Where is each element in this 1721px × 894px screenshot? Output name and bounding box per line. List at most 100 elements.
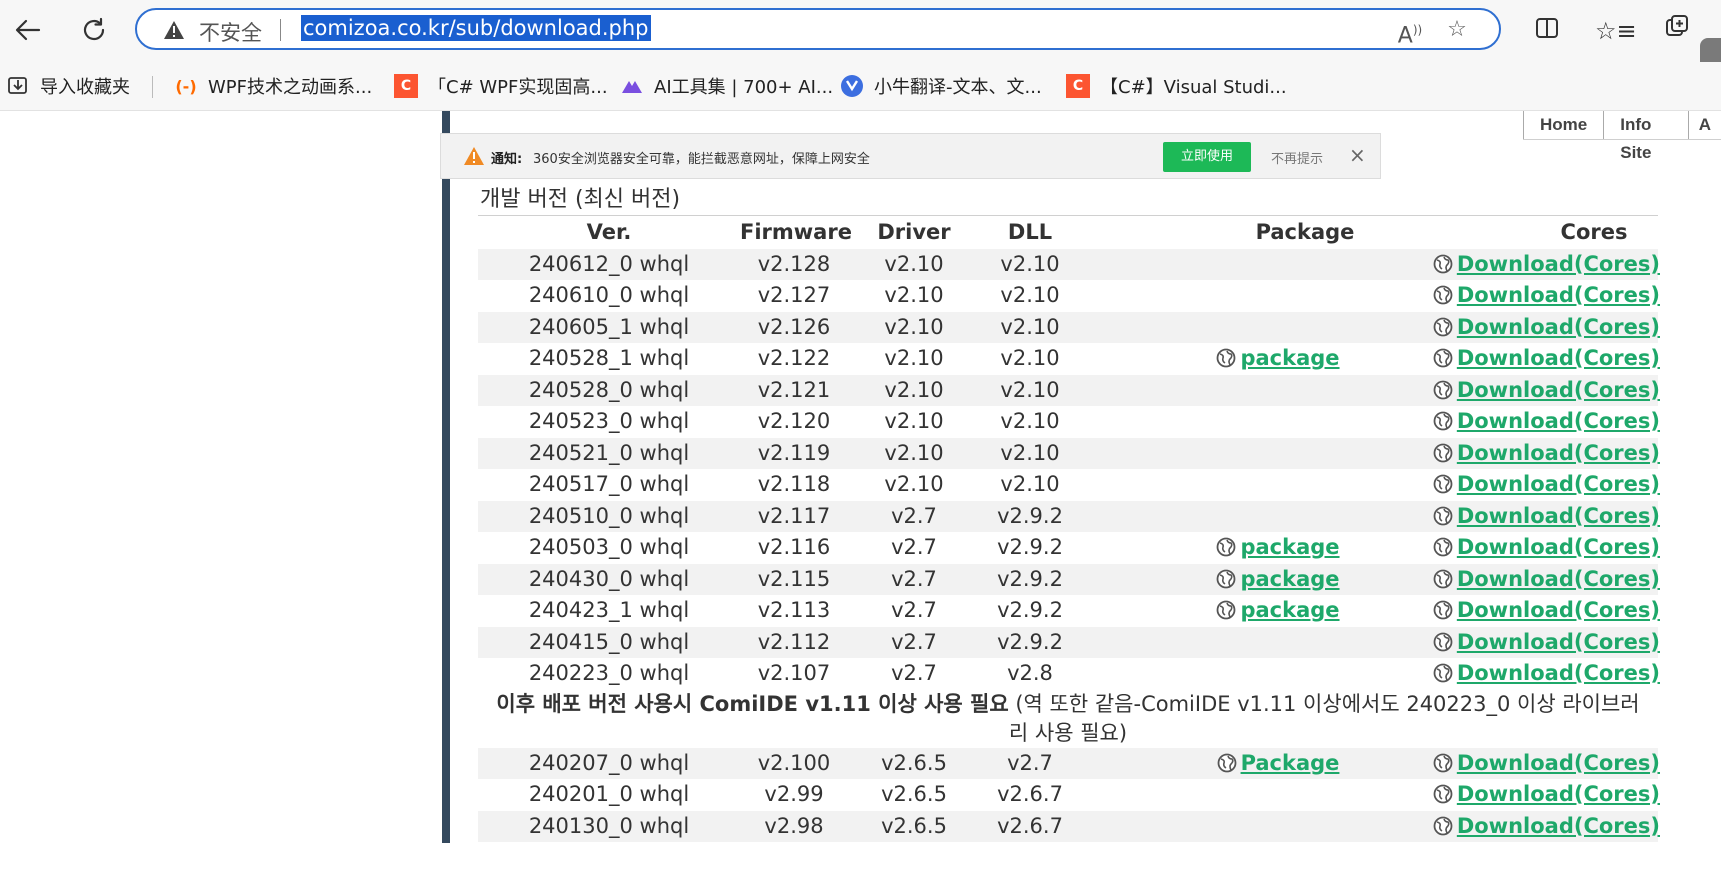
bookmark-label: AI工具集 | 700+ AI... (654, 77, 834, 98)
warning-icon[interactable] (163, 20, 185, 40)
cell-version: 240415_0 whql (528, 629, 690, 654)
cell-dll: v2.6.7 (997, 813, 1063, 838)
cores-download[interactable]: Download(Cores) (1422, 406, 1660, 438)
site-nav: Home Info Site A (1523, 111, 1721, 162)
table-row: 240612_0 whql v2.128 v2.10 v2.10 Download(Co… (478, 248, 1660, 281)
package-link[interactable]: package (1240, 346, 1339, 370)
cores-download[interactable]: Download(Cores) (1422, 532, 1660, 564)
cell-dll: v2.10 (1000, 409, 1060, 433)
browser-toolbar: 不安全 comizoa.co.kr/sub/download.php A)) ☆… (0, 0, 1721, 62)
cores-download[interactable]: Download(Cores) (1422, 469, 1660, 501)
cores-download-link[interactable]: Download(Cores) (1457, 409, 1660, 433)
cores-download-link[interactable]: Download(Cores) (1457, 598, 1660, 622)
package-link[interactable]: package (1240, 567, 1339, 591)
package-link[interactable]: package (1240, 535, 1339, 559)
address-bar[interactable]: 不安全 comizoa.co.kr/sub/download.php A)) ☆ (135, 8, 1501, 50)
cores-download-link[interactable]: Download(Cores) (1457, 441, 1660, 465)
cores-download-link[interactable]: Download(Cores) (1457, 661, 1660, 685)
cores-download-link[interactable]: Download(Cores) (1457, 535, 1660, 559)
cores-download-link[interactable]: Download(Cores) (1457, 378, 1660, 402)
cell-version: 240510_0 whql (528, 503, 690, 528)
page-content: Home Info Site A 通知: 360安全浏览器安全可靠，能拦截恶意网… (0, 111, 1721, 894)
favorites-icon[interactable]: ☆≡ (1595, 14, 1637, 48)
cell-version: 240201_0 whql (528, 782, 690, 806)
cores-download[interactable]: Download(Cores) (1422, 779, 1660, 811)
globe-icon (1433, 506, 1453, 525)
cores-download[interactable]: Download(Cores) (1422, 595, 1660, 627)
cell-version: 240423_1 whql (528, 598, 690, 622)
bookmark-ai-tools[interactable]: AI工具集 | 700+ AI... (620, 72, 833, 100)
url-text[interactable]: comizoa.co.kr/sub/download.php (301, 15, 651, 41)
table-row: 240415_0 whql v2.112 v2.7 v2.9.2 Download(Co… (478, 626, 1660, 659)
csdn-icon: C (1066, 74, 1090, 98)
download-table: Ver. Firmware Driver DLL Package Cores 2… (478, 217, 1660, 843)
back-button[interactable] (8, 10, 48, 50)
table-row: 240523_0 whql v2.120 v2.10 v2.10 Download(Co… (478, 406, 1660, 438)
cores-download-link[interactable]: Download(Cores) (1457, 751, 1660, 775)
split-screen-icon[interactable] (1530, 14, 1564, 48)
use-now-button[interactable]: 立即使用 (1163, 142, 1251, 172)
globe-icon (1433, 537, 1453, 557)
security-notice-bar: 通知: 360安全浏览器安全可靠，能拦截恶意网址，保障上网安全 立即使用 不再提… (440, 133, 1381, 179)
cores-download[interactable]: Download(Cores) (1422, 658, 1660, 690)
package-link[interactable]: Package (1241, 751, 1340, 775)
package-download[interactable]: Package (1178, 748, 1378, 780)
cores-download[interactable]: Download(Cores) (1422, 249, 1660, 281)
cell-dll: v2.9.2 (997, 629, 1063, 654)
package-download[interactable]: package (1178, 595, 1378, 627)
cores-download-link[interactable]: Download(Cores) (1457, 567, 1660, 591)
close-icon[interactable]: × (1349, 143, 1366, 167)
cores-download-link[interactable]: Download(Cores) (1457, 782, 1660, 806)
insecure-label[interactable]: 不安全 (199, 17, 262, 47)
cores-download[interactable]: Download(Cores) (1422, 343, 1660, 375)
aliyun-icon: (-) (175, 76, 197, 96)
table-row: 240517_0 whql v2.118 v2.10 v2.10 Download(Co… (478, 469, 1660, 501)
cell-driver: v2.7 (891, 598, 937, 622)
cores-download-link[interactable]: Download(Cores) (1457, 346, 1660, 370)
nav-more[interactable]: A (1687, 111, 1721, 139)
cores-download[interactable]: Download(Cores) (1422, 564, 1660, 596)
cell-version: 240528_1 whql (528, 346, 690, 370)
bookmark-label: 【C#】Visual Studi... (1100, 77, 1287, 98)
refresh-button[interactable] (74, 10, 114, 50)
cores-download[interactable]: Download(Cores) (1422, 375, 1660, 407)
bookmark-visual-studio[interactable]: C 【C#】Visual Studi... (1066, 72, 1287, 100)
nav-info-site[interactable]: Info Site (1603, 111, 1687, 162)
bookmark-wpf-animation[interactable]: (-) WPF技术之动画系... (174, 72, 372, 100)
cores-download-link[interactable]: Download(Cores) (1457, 472, 1660, 496)
cores-download-link[interactable]: Download(Cores) (1457, 315, 1660, 339)
globe-icon (1433, 632, 1453, 651)
cores-download-link[interactable]: Download(Cores) (1457, 283, 1660, 307)
package-download[interactable]: package (1178, 564, 1378, 596)
package-link[interactable]: package (1240, 598, 1339, 622)
cores-download-link[interactable]: Download(Cores) (1457, 630, 1660, 654)
cell-firmware: v2.122 (757, 346, 831, 370)
cores-download[interactable]: Download(Cores) (1422, 501, 1660, 533)
bookmark-niutrans[interactable]: 小牛翻译-文本、文... (840, 72, 1042, 100)
bookmark-csharp-wpf[interactable]: C 「C# WPF实现固高... (394, 72, 608, 100)
cores-download[interactable]: Download(Cores) (1422, 627, 1660, 659)
cores-download-link[interactable]: Download(Cores) (1457, 814, 1660, 838)
section-title: 개발 버전 (최신 버전) (480, 187, 681, 212)
cores-download[interactable]: Download(Cores) (1422, 280, 1660, 312)
package-download[interactable]: package (1178, 343, 1378, 375)
cell-driver: v2.10 (884, 472, 944, 496)
dont-show-again-link[interactable]: 不再提示 (1271, 148, 1323, 167)
table-body-bottom: 240207_0 whql v2.100 v2.6.5 v2.7 Package Down… (478, 747, 1660, 843)
note-bold: 이후 배포 버전 사용시 ComiIDE v1.11 이상 사용 필요 (496, 691, 1009, 716)
cores-download[interactable]: Download(Cores) (1422, 438, 1660, 470)
star-icon[interactable]: ☆ (1442, 16, 1472, 44)
nav-home[interactable]: Home (1523, 111, 1603, 139)
cores-download[interactable]: Download(Cores) (1422, 748, 1660, 780)
cores-download-link[interactable]: Download(Cores) (1457, 504, 1660, 528)
bookmark-import[interactable]: 导入收藏夹 (6, 72, 130, 100)
collections-icon[interactable] (1660, 14, 1694, 48)
read-aloud-icon[interactable]: A)) (1395, 16, 1425, 48)
cell-firmware: v2.100 (757, 750, 831, 775)
cores-download[interactable]: Download(Cores) (1422, 312, 1660, 344)
cell-dll: v2.10 (1000, 314, 1060, 339)
package-download[interactable]: package (1178, 532, 1378, 564)
cores-download[interactable]: Download(Cores) (1422, 811, 1660, 843)
cell-driver: v2.6.5 (881, 750, 947, 775)
cores-download-link[interactable]: Download(Cores) (1457, 252, 1660, 276)
